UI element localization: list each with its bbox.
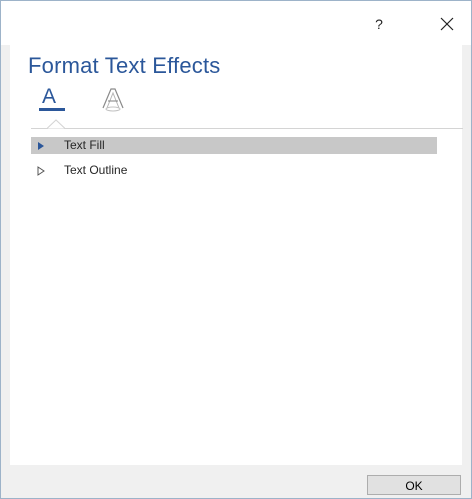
tab-selected-underline <box>39 108 65 111</box>
title-bar: ? <box>1 1 471 45</box>
text-fill-outline-icon: A <box>42 85 57 108</box>
section-label: Text Fill <box>64 138 105 152</box>
section-label: Text Outline <box>64 163 128 177</box>
tab-text-effects[interactable] <box>99 86 127 112</box>
pane-title: Format Text Effects <box>28 53 221 78</box>
collapsed-arrow-icon <box>37 166 45 176</box>
section-text-fill[interactable]: Text Fill <box>31 137 437 154</box>
section-text-outline[interactable]: Text Outline <box>31 162 437 179</box>
text-effects-icon <box>102 88 124 112</box>
help-button[interactable]: ? <box>367 13 391 35</box>
format-text-effects-dialog: ? Format Text Effects A Text Fill Text O… <box>0 0 472 499</box>
close-button[interactable] <box>434 11 460 37</box>
tab-text-fill-outline[interactable]: A <box>39 85 69 113</box>
tab-pointer-icon <box>47 119 65 129</box>
ok-button[interactable]: OK <box>367 475 461 495</box>
collapsed-arrow-icon <box>38 142 44 150</box>
close-icon <box>440 17 454 31</box>
